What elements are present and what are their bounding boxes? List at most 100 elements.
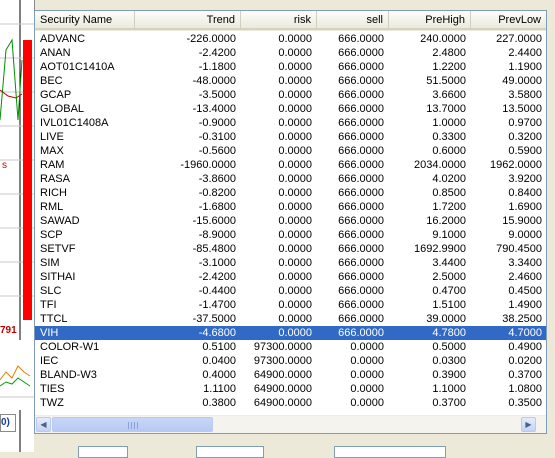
security-name-cell: SIM [40,257,60,269]
value-cell: 0.4500 [508,285,542,297]
value-cell: 0.0000 [278,229,312,241]
table-row[interactable]: GLOBAL -13.4000 0.0000 666.0000 13.7000 13.50… [35,102,546,116]
value-cell: 4.7800 [432,327,466,339]
table-row[interactable]: SITHAI -2.4200 0.0000 666.0000 2.5000 2.4600 [35,270,546,284]
table-row[interactable]: RICH -0.8200 0.0000 666.0000 0.8500 0.8400 [35,186,546,200]
chart-marker-label: s [2,160,7,171]
column-header[interactable]: Security Name [35,11,135,30]
value-cell: 13.7000 [426,103,466,115]
horizontal-scroll-thumb[interactable] [52,417,213,432]
table-row[interactable]: COLOR-W1 0.5100 97300.0000 0.0000 0.5000 0.49… [35,340,546,354]
table-row[interactable]: SLC-0.44000.0000666.00000.47000.450011 [35,284,546,298]
value-cell: -3.8600 [198,173,236,185]
value-cell: -37.5000 [192,313,236,325]
value-cell: 0.0000 [278,243,312,255]
security-name-cell: SITHAI [40,271,76,283]
value-cell: 666.0000 [338,243,384,255]
value-cell: 2034.0000 [414,159,466,171]
table-row[interactable]: SETVF -85.4800 0.0000 666.0000 1692.9900 790.… [35,242,546,256]
value-cell: 51.5000 [426,75,466,87]
table-row[interactable]: IVL01C1408A -0.9000 0.0000 666.0000 1.0000 0.… [35,116,546,130]
security-name-cell: RICH [40,187,67,199]
table-row[interactable]: SCP -8.9000 0.0000 666.0000 9.1000 9.0000 [35,228,546,242]
value-cell: -48.0000 [192,75,236,87]
security-name-cell: TIES [40,383,65,395]
value-cell: 666.0000 [338,103,384,115]
value-cell: 64900.0000 [253,383,312,395]
security-name-cell: TFI [40,299,57,311]
column-header[interactable]: PrevLow [471,11,546,30]
security-name-cell: SETVF [40,243,76,255]
chart-fragment [0,0,34,452]
value-cell: -4.6800 [198,327,236,339]
bottom-field-3[interactable] [334,446,446,458]
security-name-cell: LIVE [40,131,64,143]
value-cell: 666.0000 [338,117,384,129]
left-chart-panel: 791 0) s [0,0,35,452]
value-cell: 3.3400 [508,257,542,269]
value-cell: 97300.0000 [253,341,312,353]
value-cell: 1.0000 [432,117,466,129]
column-header[interactable]: PreHigh [389,11,471,30]
value-cell: -15.6000 [192,215,236,227]
table-row[interactable]: MAX-0.56000.0000666.00000.60000.590011 [35,144,546,158]
chart-axis-label: 0) [0,414,16,432]
value-cell: -8.9000 [198,229,236,241]
table-row[interactable]: BEC-48.00000.0000666.000051.500049.00006… [35,74,546,88]
table-row[interactable]: SIM -3.1000 0.0000 666.0000 3.4400 3.3400 [35,256,546,270]
table-row[interactable]: ADVANC -226.0000 0.0000 666.0000 240.0000 227… [35,32,546,46]
value-cell: 227.0000 [496,33,542,45]
value-cell: 0.0000 [278,257,312,269]
table-row[interactable]: TIES 1.1100 64900.0000 0.0000 1.1000 1.0800 [35,382,546,396]
security-name-cell: RASA [40,173,70,185]
table-row[interactable]: TWZ 0.3800 64900.0000 0.0000 0.3700 0.3500 [35,396,546,410]
horizontal-scrollbar[interactable]: ◀ ▶ [35,415,546,433]
column-header[interactable]: Trend [135,11,241,30]
scroll-left-button[interactable]: ◀ [36,417,51,432]
scroll-right-button[interactable]: ▶ [521,417,536,432]
security-name-cell: ANAN [40,47,71,59]
value-cell: -1960.0000 [180,159,236,171]
value-cell: 666.0000 [338,33,384,45]
value-cell: 0.3700 [432,397,466,409]
table-row[interactable]: VIH -4.6800 0.0000 666.0000 4.7800 4.7000 [35,326,546,340]
table-row[interactable]: BLAND-W3 0.4000 64900.0000 0.0000 0.3900 0.37… [35,368,546,382]
table-row[interactable]: RASA -3.8600 0.0000 666.0000 4.0200 3.9200 [35,172,546,186]
value-cell: 1692.9900 [414,243,466,255]
table-row[interactable]: SAWAD -15.6000 0.0000 666.0000 16.2000 15.900… [35,214,546,228]
table-row[interactable]: LIVE -0.3100 0.0000 666.0000 0.3300 0.3200 [35,130,546,144]
bottom-field-1[interactable] [78,446,128,458]
table-row[interactable]: TFI -1.4700 0.0000 666.0000 1.5100 1.4900 [35,298,546,312]
value-cell: -226.0000 [186,33,236,45]
value-cell: 0.0000 [350,341,384,353]
value-cell: 3.4400 [432,257,466,269]
value-cell: 1.4900 [508,299,542,311]
table-row[interactable]: GCAP -3.5000 0.0000 666.0000 3.6600 3.5800 [35,88,546,102]
value-cell: 0.0000 [350,383,384,395]
value-cell: 9.0000 [508,229,542,241]
table-row[interactable]: RAM -1960.0000 0.0000 666.0000 2034.0000 1962… [35,158,546,172]
value-cell: 666.0000 [338,75,384,87]
security-name-cell: SAWAD [40,215,80,227]
value-cell: 0.8400 [508,187,542,199]
table-row[interactable]: AOT01C1410A -1.1800 0.0000 666.0000 1.2200 1.… [35,60,546,74]
value-cell: 0.0000 [278,327,312,339]
column-header[interactable]: risk [241,11,317,30]
table-row[interactable]: ANAN -2.4200 0.0000 666.0000 2.4800 2.4400 [35,46,546,60]
value-cell: 0.4900 [508,341,542,353]
table-row[interactable]: IEC0.040097300.00000.00000.03000.020011 [35,354,546,368]
bottom-toolbar [34,434,555,458]
table-row[interactable]: RML -1.6800 0.0000 666.0000 1.7200 1.6900 [35,200,546,214]
value-cell: -0.5600 [198,145,236,157]
securities-list-view[interactable]: Security Name Trend risk sell PreHigh PrevLow… [34,10,547,434]
table-row[interactable]: TTCL -37.5000 0.0000 666.0000 39.0000 38.2500… [35,312,546,326]
security-name-cell: RML [40,201,64,213]
value-cell: 13.5000 [502,103,542,115]
security-name-cell: MAX [40,145,64,157]
column-header[interactable]: sell [317,11,389,30]
value-cell: 666.0000 [338,145,384,157]
value-cell: 0.0000 [278,47,312,59]
bottom-field-2[interactable] [196,446,264,458]
value-cell: 0.0000 [278,215,312,227]
value-cell: 666.0000 [338,271,384,283]
